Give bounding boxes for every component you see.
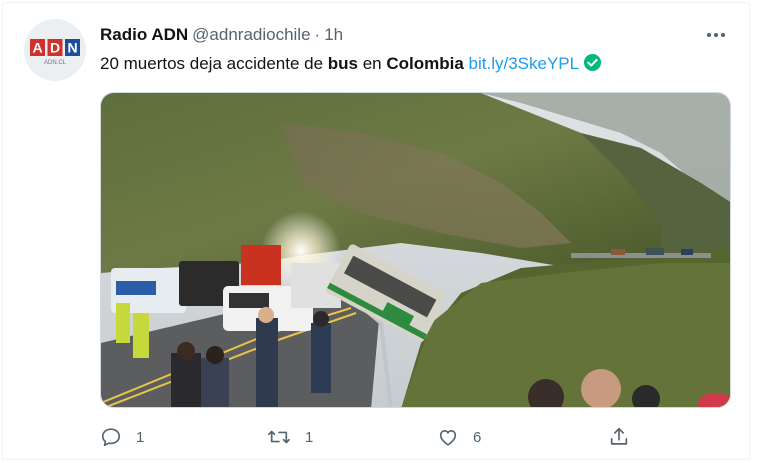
separator-dot: · bbox=[314, 25, 321, 44]
tweet-text-bold: bus bbox=[327, 54, 358, 73]
more-dot bbox=[714, 33, 718, 37]
tweet-card[interactable]: A D N ADN.CL Radio ADN @adnradiochile · 1h … bbox=[2, 2, 750, 460]
svg-text:N: N bbox=[67, 40, 77, 56]
tweet-photo[interactable] bbox=[100, 92, 731, 408]
author-name[interactable]: Radio ADN bbox=[100, 25, 188, 44]
share-button[interactable] bbox=[608, 423, 630, 451]
tweet-actions: 1 1 6 bbox=[100, 423, 640, 451]
more-dots-icon bbox=[707, 33, 711, 37]
reply-count: 1 bbox=[136, 428, 145, 446]
tweet-link[interactable]: bit.ly/3SkeYPL bbox=[469, 54, 580, 73]
svg-text:A: A bbox=[32, 40, 42, 56]
tweet-text: 20 muertos deja accidente de bus en Colo… bbox=[100, 53, 602, 78]
tweet-text-part: 20 muertos deja accidente de bbox=[100, 54, 328, 73]
retweet-icon bbox=[268, 430, 290, 444]
reply-button[interactable]: 1 bbox=[100, 423, 144, 451]
like-button[interactable]: 6 bbox=[437, 423, 481, 451]
tweet-time[interactable]: 1h bbox=[324, 25, 343, 44]
more-dot bbox=[721, 33, 725, 37]
tweet-header: Radio ADN @adnradiochile · 1h bbox=[100, 25, 343, 45]
tweet-text-bold: Colombia bbox=[386, 54, 464, 73]
photo-bus-accident bbox=[101, 93, 730, 407]
verified-check-icon bbox=[583, 53, 602, 78]
svg-text:ADN.CL: ADN.CL bbox=[44, 60, 67, 66]
adn-logo-icon: A D N ADN.CL bbox=[30, 39, 80, 66]
svg-text:D: D bbox=[50, 40, 60, 56]
tweet-text-part: en bbox=[358, 54, 387, 73]
share-icon bbox=[610, 427, 628, 445]
avatar[interactable]: A D N ADN.CL bbox=[24, 19, 86, 81]
like-count: 6 bbox=[473, 428, 482, 446]
retweet-count: 1 bbox=[305, 428, 314, 446]
reply-icon bbox=[101, 428, 121, 447]
retweet-button[interactable]: 1 bbox=[267, 423, 313, 451]
heart-icon bbox=[439, 430, 457, 446]
author-handle[interactable]: @adnradiochile bbox=[192, 25, 310, 44]
more-options-button[interactable] bbox=[701, 21, 731, 49]
